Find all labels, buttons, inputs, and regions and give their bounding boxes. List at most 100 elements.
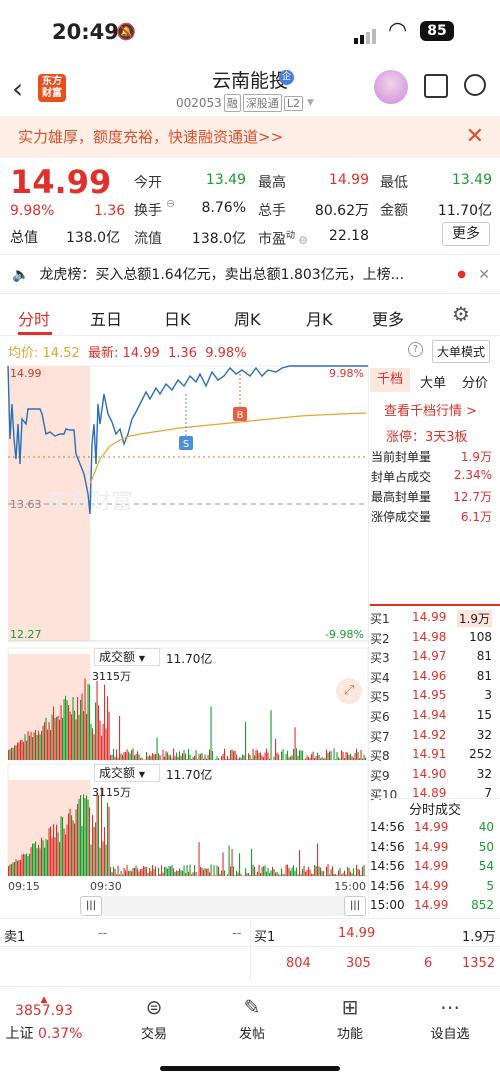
volume-bar (287, 864, 289, 876)
big-order-mode-button[interactable]: 大单模式 (432, 340, 491, 363)
tab-monthly-k[interactable]: 月K (306, 306, 333, 330)
index-ticker[interactable]: ▲ 3857.93 上证 0.37% (4, 995, 84, 1043)
volume-bar (20, 859, 22, 876)
search-icon[interactable] (464, 74, 486, 96)
promo-banner[interactable]: 实力雄厚，额度充裕，快速融资通道>> ✕ (0, 116, 500, 158)
volume-bar (311, 754, 313, 760)
volume-bar (30, 847, 32, 876)
volume-bar (276, 752, 278, 760)
volume-bar (291, 867, 293, 876)
last-price: 14.99 (10, 163, 112, 201)
time-scrollbar[interactable] (80, 896, 366, 916)
volume-bar (177, 870, 179, 876)
volume-bar (210, 864, 212, 876)
share-icon[interactable] (424, 74, 448, 98)
bid-row[interactable]: 买5 14.95 3 (370, 688, 500, 707)
nav-add-watchlist[interactable]: ⋯ 设自选 (420, 995, 480, 1042)
volume-bar (176, 870, 178, 876)
volume-bar (149, 867, 151, 876)
volume-bar (147, 756, 149, 760)
assistant-avatar[interactable] (374, 70, 408, 104)
info-icon[interactable]: ⊖ (166, 197, 175, 210)
volume-bar (315, 866, 317, 876)
volume-bar (315, 756, 317, 760)
volume-bar (284, 874, 286, 876)
volume-bar (92, 814, 94, 876)
bid-row[interactable]: 买1 14.99 1.9万 (370, 610, 500, 629)
volume-bar (270, 710, 272, 760)
turnover-value: 8.76% (201, 200, 246, 216)
volume-bar (179, 751, 181, 760)
volume-bar (222, 754, 224, 760)
volume-bar (356, 748, 358, 760)
volume-bar (146, 866, 148, 876)
tab-big-order[interactable]: 大单 (420, 372, 446, 391)
bid-row[interactable]: 买8 14.91 252 (370, 747, 500, 766)
volume-bar (362, 758, 364, 760)
volume-max-2: 3115万 (92, 786, 131, 799)
volume-bar (42, 725, 44, 760)
index-value: 3857.93 (15, 1003, 73, 1019)
volume-bar (138, 754, 140, 760)
volume-bar (56, 824, 58, 876)
tab-weekly-k[interactable]: 周K (234, 306, 261, 330)
intraday-chart[interactable]: 东方财富 14.99 13.63 12.27 9.98% -9.98% S B … (0, 364, 368, 904)
volume-bar (269, 873, 271, 876)
nav-features[interactable]: ⊞ 功能 (320, 995, 380, 1042)
bid-row[interactable]: 买6 14.94 15 (370, 708, 500, 727)
volume-bar (62, 816, 64, 876)
queue-vol: 305 (346, 956, 371, 971)
volume-bar (200, 866, 202, 876)
volume-bar (248, 753, 250, 760)
tab-five-day[interactable]: 五日 (90, 306, 122, 330)
volume-select-1[interactable]: 成交额 ▼ (94, 648, 160, 666)
tab-intraday[interactable]: 分时 (18, 306, 50, 330)
stat-value: 1.9万 (460, 450, 492, 464)
settings-gear-icon[interactable]: ⚙ (452, 302, 470, 326)
volume-bar (182, 870, 184, 876)
chevron-down-icon[interactable]: ▼ (307, 98, 314, 108)
volume-bar (348, 867, 350, 876)
bid-row[interactable]: 买9 14.90 32 (370, 767, 500, 786)
tab-depth[interactable]: 千档 (370, 368, 410, 392)
dragon-tiger-banner[interactable]: 🔈 龙虎榜：买入总额1.64亿元，卖出总额1.803亿元，上榜... ● ✕ (0, 254, 500, 294)
close-icon[interactable]: ✕ (466, 116, 484, 158)
close-icon[interactable]: ✕ (478, 255, 490, 295)
volume-bar (213, 864, 215, 876)
nav-post[interactable]: ✎ 发帖 (222, 995, 282, 1042)
volume-bar (72, 697, 74, 760)
bid-row[interactable]: 买7 14.92 32 (370, 728, 500, 747)
tab-price-dist[interactable]: 分价 (462, 372, 488, 391)
volume-bar (146, 752, 148, 760)
scroll-handle-right[interactable]: ||| (344, 896, 366, 916)
volume-bar (32, 736, 34, 760)
volume-select-2[interactable]: 成交额 ▼ (94, 764, 160, 782)
more-button[interactable]: 更多 (442, 222, 490, 246)
bid-row[interactable]: 买2 14.98 108 (370, 630, 500, 649)
view-depth-link[interactable]: 查看千档行情 > (384, 400, 477, 419)
volume-bar (243, 755, 245, 760)
volume-bar (329, 751, 331, 760)
volume-bar (267, 752, 269, 760)
volume-bar (273, 756, 275, 760)
scroll-handle-left[interactable]: ||| (80, 896, 102, 916)
volume-bar (164, 756, 166, 760)
volume-bar (317, 752, 319, 760)
help-icon[interactable]: ? (408, 342, 423, 357)
volume-bar (239, 853, 241, 876)
bid-row[interactable]: 买3 14.97 81 (370, 649, 500, 668)
nav-trade[interactable]: ⊜ 交易 (124, 995, 184, 1042)
volume-bar (182, 753, 184, 760)
volume-bar (351, 873, 353, 876)
tab-more[interactable]: 更多 (372, 306, 404, 330)
volume-bar (194, 865, 196, 876)
volume-bar (293, 748, 295, 760)
volume-bar (194, 755, 196, 760)
x-start-label: 09:15 (8, 880, 40, 893)
expand-icon[interactable]: ⤢ (336, 678, 362, 704)
bid-row[interactable]: 买4 14.96 81 (370, 669, 500, 688)
volume-bar (308, 756, 310, 760)
tab-daily-k[interactable]: 日K (164, 306, 191, 330)
volume-bar (224, 748, 226, 760)
volume-bar (65, 834, 67, 876)
